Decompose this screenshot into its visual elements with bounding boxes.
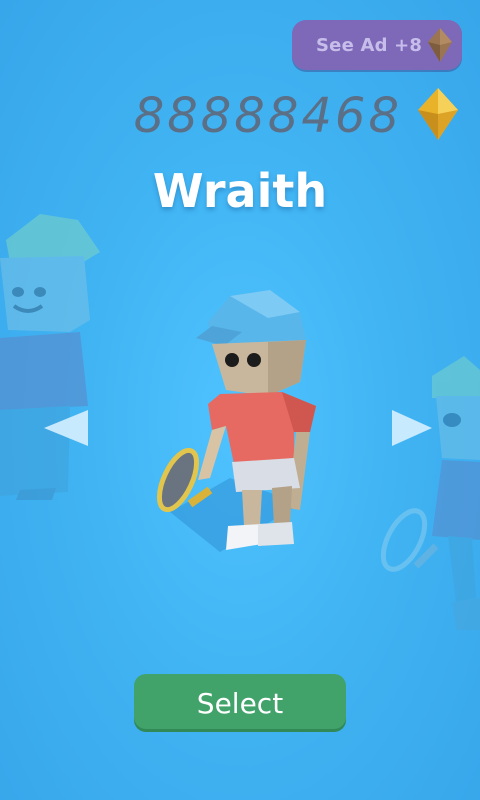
- triangle-right-icon[interactable]: [392, 410, 432, 446]
- see-ad-label: See Ad +8: [316, 34, 423, 56]
- diamond-icon: [428, 28, 452, 62]
- next-character-preview: [380, 356, 480, 630]
- triangle-left-icon[interactable]: [44, 410, 88, 446]
- character-select-screen: See Ad +8 88888468 Wraith Select: [0, 0, 480, 800]
- character-model: [156, 290, 316, 552]
- select-button[interactable]: Select: [134, 674, 346, 732]
- select-label: Select: [196, 686, 284, 720]
- diamond-icon: [418, 88, 458, 140]
- character-name: Wraith: [152, 164, 328, 218]
- previous-character-preview: [0, 214, 100, 500]
- currency-counter: 88888468: [133, 88, 402, 144]
- see-ad-button[interactable]: See Ad +8: [292, 20, 462, 70]
